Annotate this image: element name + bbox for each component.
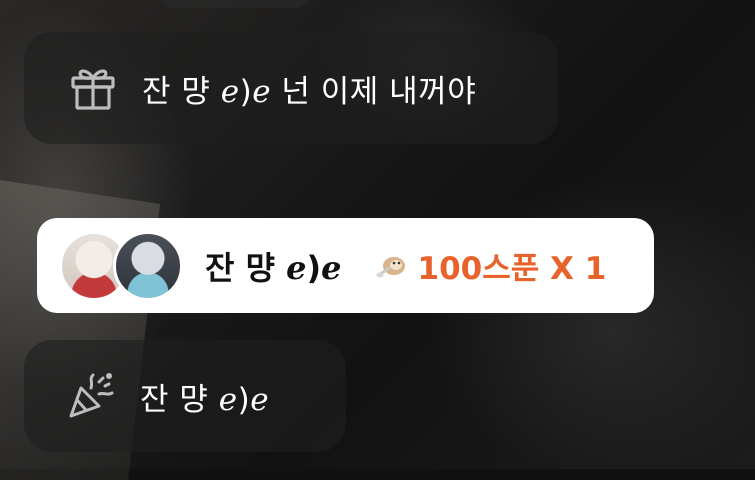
otter-spoon-icon bbox=[372, 246, 412, 286]
gift-message-text: 잔 먕 ℯ)ℯ 넌 이제 내꺼야 bbox=[142, 73, 477, 110]
gift-message-bubble: 잔 먕 ℯ)ℯ 넌 이제 내꺼야 bbox=[24, 32, 558, 144]
join-message-text: 잔 먕 ℯ)ℯ bbox=[140, 381, 270, 418]
avatar-group bbox=[59, 230, 187, 302]
party-popper-icon bbox=[64, 369, 118, 423]
gift-icon bbox=[66, 61, 120, 115]
gift-notification[interactable]: 잔 먕 ℯ)ℯ 100스푼 X 1 bbox=[37, 218, 654, 313]
sender-name[interactable]: 잔 먕 ℯ)ℯ bbox=[205, 243, 342, 289]
previous-message-edge bbox=[160, 0, 310, 8]
recipient-avatar[interactable] bbox=[113, 230, 183, 301]
join-message-bubble: 잔 먕 ℯ)ℯ bbox=[24, 340, 346, 452]
gift-amount: 100스푼 X 1 bbox=[417, 251, 607, 287]
